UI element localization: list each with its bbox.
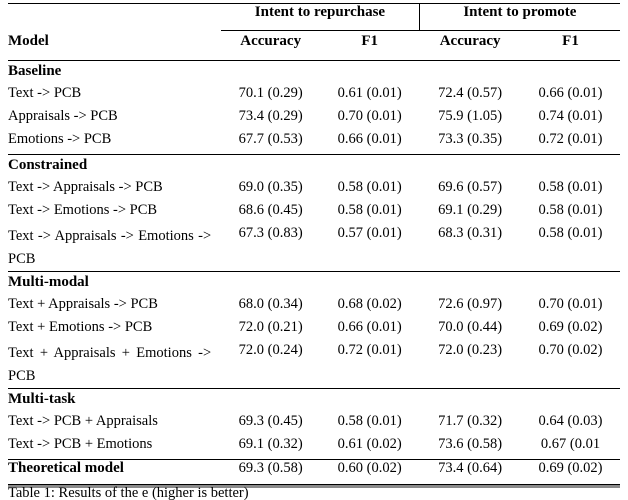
section-title-row: Constrained [8, 155, 620, 179]
cell-f1-repurchase: 0.60 (0.02) [337, 460, 402, 476]
table-row-theoretical-model: Theoretical model 69.3 (0.58) 0.60 (0.02… [8, 460, 620, 485]
row-model-label: Text -> Appraisals -> PCB [8, 179, 163, 195]
cell-f1-repurchase: 0.72 (0.01) [337, 342, 402, 358]
cell-accuracy-promote: 73.6 (0.58) [438, 436, 503, 452]
cell-accuracy-promote: 73.4 (0.64) [438, 460, 503, 476]
group-header-spacer [8, 4, 221, 31]
cell-f1-repurchase: 0.57 (0.01) [337, 225, 402, 241]
cell-f1-repurchase: 0.58 (0.01) [337, 179, 402, 195]
cell-f1-repurchase: 0.61 (0.01) [337, 85, 402, 101]
table-row: Text + Appraisals -> PCB 68.0 (0.34) 0.6… [8, 296, 620, 319]
cell-accuracy-promote: 71.7 (0.32) [438, 413, 503, 429]
section-title-row: Baseline [8, 61, 620, 85]
cell-accuracy-repurchase: 69.0 (0.35) [238, 179, 303, 195]
cell-accuracy-promote: 72.4 (0.57) [438, 85, 503, 101]
section-title-baseline: Baseline [8, 63, 62, 79]
group-header-row: Intent to repurchase Intent to promote [8, 4, 620, 31]
table-row: Text -> Appraisals -> Emotions -> PCB 67… [8, 225, 620, 272]
table-row: Text + Emotions -> PCB 72.0 (0.21) 0.66 … [8, 319, 620, 342]
group-header-intent-to-promote: Intent to promote [418, 4, 620, 31]
cell-f1-promote: 0.66 (0.01) [538, 85, 603, 101]
row-model-label: Text -> PCB + Appraisals [8, 413, 158, 429]
column-header-accuracy-repurchase: Accuracy [240, 33, 302, 49]
section-title-multi-task: Multi-task [8, 391, 76, 407]
cell-accuracy-promote: 68.3 (0.31) [438, 225, 503, 241]
table-row: Text + Appraisals + Emotions -> PCB 72.0… [8, 342, 620, 389]
cell-accuracy-repurchase: 72.0 (0.24) [238, 342, 303, 358]
cell-accuracy-promote: 69.1 (0.29) [438, 202, 503, 218]
cell-f1-repurchase: 0.61 (0.02) [337, 436, 402, 452]
cell-f1-repurchase: 0.66 (0.01) [337, 319, 402, 335]
cell-accuracy-repurchase: 68.0 (0.34) [238, 296, 303, 312]
cell-accuracy-repurchase: 70.1 (0.29) [238, 85, 303, 101]
row-model-label: Text + Appraisals -> PCB [8, 296, 158, 312]
row-model-label: Emotions -> PCB [8, 131, 112, 147]
cell-accuracy-promote: 69.6 (0.57) [438, 179, 503, 195]
section-title-row: Multi-modal [8, 272, 620, 296]
cell-accuracy-promote: 70.0 (0.44) [438, 319, 503, 335]
cell-accuracy-repurchase: 68.6 (0.45) [238, 202, 303, 218]
cell-accuracy-promote: 73.3 (0.35) [438, 131, 503, 147]
cell-accuracy-repurchase: 73.4 (0.29) [238, 108, 303, 124]
section-title-constrained: Constrained [8, 157, 88, 173]
cell-f1-repurchase: 0.58 (0.01) [337, 202, 402, 218]
table-row: Text -> PCB + Emotions 69.1 (0.32) 0.61 … [8, 436, 620, 460]
table-row: Text -> Appraisals -> PCB 69.0 (0.35) 0.… [8, 179, 620, 202]
cell-accuracy-repurchase: 69.3 (0.45) [238, 413, 303, 429]
cell-accuracy-promote: 72.6 (0.97) [438, 296, 503, 312]
group-header-intent-to-repurchase: Intent to repurchase [221, 4, 420, 31]
cell-f1-promote: 0.67 (0.01 [540, 436, 601, 452]
cell-accuracy-repurchase: 69.1 (0.32) [238, 436, 303, 452]
table-caption: Table 1: Results of the e (higher is bet… [8, 485, 249, 500]
column-header-f1-promote: F1 [562, 33, 579, 49]
cell-f1-promote: 0.58 (0.01) [538, 225, 603, 241]
cell-f1-promote: 0.70 (0.02) [538, 342, 603, 358]
table-row: Text -> PCB + Appraisals 69.3 (0.45) 0.5… [8, 413, 620, 436]
cell-f1-promote: 0.64 (0.03) [538, 413, 603, 429]
cell-f1-promote: 0.69 (0.02) [538, 319, 603, 335]
section-title-row: Multi-task [8, 389, 620, 413]
table-row: Appraisals -> PCB 73.4 (0.29) 0.70 (0.01… [8, 108, 620, 131]
cell-accuracy-repurchase: 67.3 (0.83) [238, 225, 303, 241]
cell-accuracy-promote: 75.9 (1.05) [438, 108, 503, 124]
cell-f1-repurchase: 0.70 (0.01) [337, 108, 402, 124]
table-row: Emotions -> PCB 67.7 (0.53) 0.66 (0.01) … [8, 131, 620, 155]
column-header-accuracy-promote: Accuracy [439, 33, 501, 49]
row-model-label: Text -> PCB [8, 85, 82, 101]
row-model-label: Text -> PCB + Emotions [8, 436, 153, 452]
results-table: Intent to repurchase Intent to promote M… [8, 3, 620, 488]
column-header-f1-repurchase: F1 [361, 33, 379, 49]
table-figure-page: Intent to repurchase Intent to promote M… [0, 0, 628, 500]
cell-f1-repurchase: 0.66 (0.01) [337, 131, 402, 147]
row-model-label: Text -> Appraisals -> Emotions -> PCB [8, 228, 212, 267]
cell-f1-promote: 0.70 (0.01) [538, 296, 603, 312]
cell-f1-repurchase: 0.58 (0.01) [337, 413, 402, 429]
table-row: Text -> PCB 70.1 (0.29) 0.61 (0.01) 72.4… [8, 85, 620, 108]
cell-accuracy-promote: 72.0 (0.23) [438, 342, 503, 358]
row-model-label: Theoretical model [8, 460, 124, 476]
column-header-model: Model [8, 33, 49, 49]
cell-f1-promote: 0.69 (0.02) [538, 460, 603, 476]
row-model-label: Text + Appraisals + Emotions -> PCB [8, 345, 212, 384]
cell-accuracy-repurchase: 69.3 (0.58) [238, 460, 303, 476]
table-row: Text -> Emotions -> PCB 68.6 (0.45) 0.58… [8, 202, 620, 225]
row-model-label: Text + Emotions -> PCB [8, 319, 153, 335]
cell-accuracy-repurchase: 67.7 (0.53) [238, 131, 303, 147]
cell-f1-promote: 0.74 (0.01) [538, 108, 603, 124]
cell-accuracy-repurchase: 72.0 (0.21) [238, 319, 303, 335]
row-model-label: Text -> Emotions -> PCB [8, 202, 158, 218]
cell-f1-promote: 0.58 (0.01) [538, 179, 603, 195]
section-title-multi-modal: Multi-modal [8, 274, 89, 290]
cell-f1-promote: 0.58 (0.01) [538, 202, 603, 218]
row-model-label: Appraisals -> PCB [8, 108, 118, 124]
cell-f1-repurchase: 0.68 (0.02) [337, 296, 402, 312]
cell-f1-promote: 0.72 (0.01) [538, 131, 603, 147]
column-header-row: Model Accuracy F1 Accuracy F1 [8, 31, 620, 61]
